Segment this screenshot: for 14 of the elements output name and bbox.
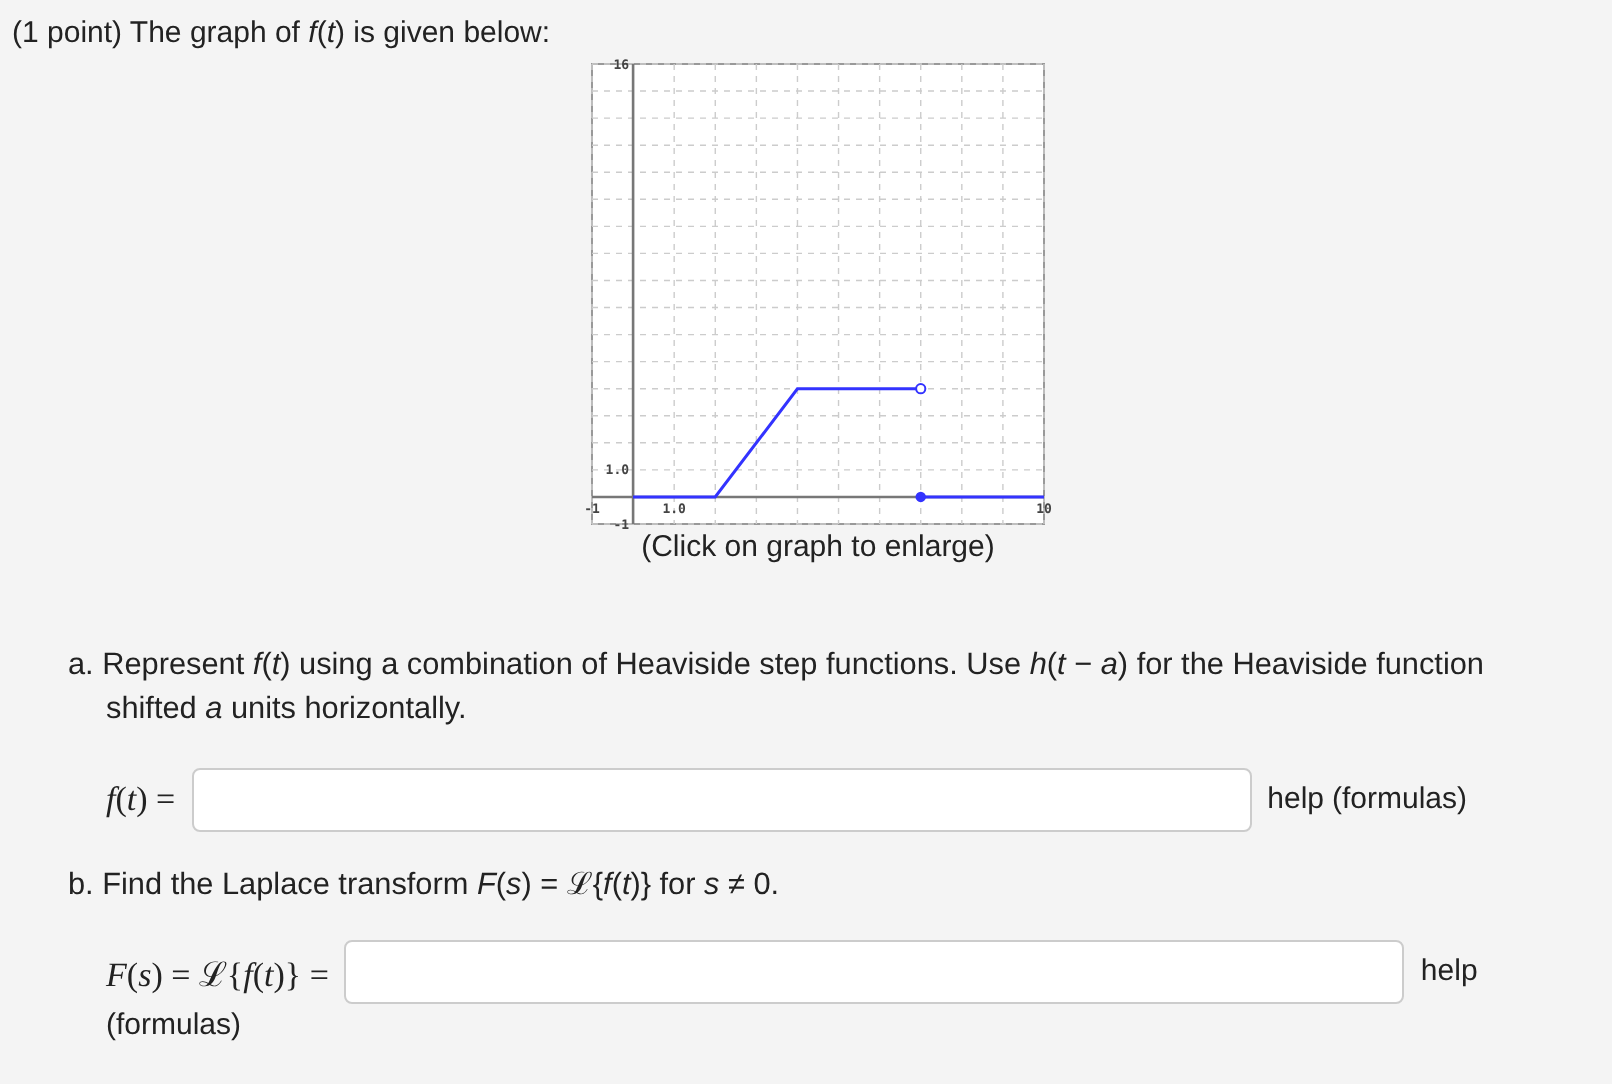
formulas-link[interactable]: (formulas) bbox=[106, 1004, 242, 1048]
open-point bbox=[915, 383, 927, 395]
formulas-link[interactable]: (formulas) bbox=[1332, 778, 1468, 822]
answer-label: f(t) = bbox=[106, 780, 176, 820]
question-text: b. Find the Laplace transform F(s) = ℒ{f(t)} for s ≠ 0. bbox=[68, 866, 782, 906]
answer-field[interactable] bbox=[344, 940, 1405, 1004]
filled-point bbox=[915, 491, 926, 503]
question-text: a. Represent f(t) using a combination of Heaviside step functions. Use h(t − a) for the Heaviside function shifted a units horizontally. bbox=[68, 646, 1486, 730]
graph-caption: (Click on graph to enlarge) bbox=[641, 528, 995, 568]
question-intro: (1 point) The graph of f(t) is given below: bbox=[12, 14, 553, 54]
answer-label: F(s) = ℒ{f(t)} = bbox=[106, 953, 329, 995]
help-link[interactable]: help bbox=[1267, 778, 1324, 822]
answer-field[interactable] bbox=[191, 768, 1252, 832]
help-link[interactable]: help bbox=[1420, 950, 1478, 994]
